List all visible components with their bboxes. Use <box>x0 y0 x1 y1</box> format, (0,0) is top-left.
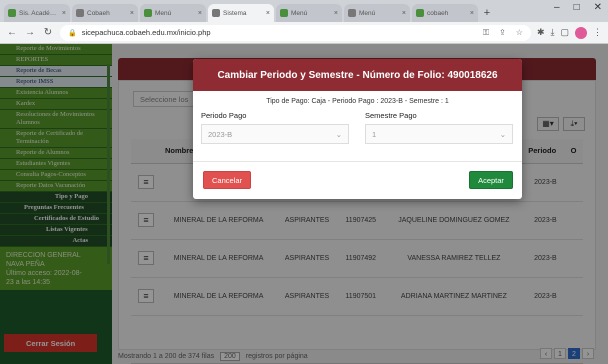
tab-close-icon[interactable]: × <box>266 10 270 17</box>
periodo-select[interactable]: 2023-B ⌄ <box>201 124 349 144</box>
browser-tab[interactable]: Sis. Académico× <box>4 4 70 22</box>
semestre-value: 1 <box>372 129 377 139</box>
url-field[interactable]: 🔒 sicepachuca.cobaeh.edu.mx/inicio.php ⚿… <box>60 24 531 41</box>
tab-favicon-icon <box>212 9 220 17</box>
tab-title: Menú <box>155 9 172 17</box>
bookmark-star-icon[interactable]: ☆ <box>516 28 523 37</box>
tab-favicon-icon <box>76 9 84 17</box>
back-icon[interactable]: ← <box>6 27 18 38</box>
tab-title: Menú <box>359 9 376 17</box>
tab-favicon-icon <box>280 9 288 17</box>
maximize-icon[interactable]: □ <box>574 2 580 13</box>
tab-favicon-icon <box>416 9 424 17</box>
forward-icon[interactable]: → <box>24 27 36 38</box>
semestre-select[interactable]: 1 ⌄ <box>365 124 513 144</box>
browser-tab[interactable]: cobaeh × <box>412 4 478 22</box>
modal-form: Periodo Pago 2023-B ⌄ Semestre Pago 1 ⌄ <box>193 111 522 144</box>
browser-tab[interactable]: Menú × <box>140 4 206 22</box>
change-period-modal: Cambiar Periodo y Semestre - Número de F… <box>193 59 522 199</box>
extensions-icon[interactable]: ✱ <box>537 27 545 38</box>
cancel-button[interactable]: Cancelar <box>203 171 251 189</box>
close-window-icon[interactable]: ✕ <box>594 2 602 13</box>
tab-close-icon[interactable]: × <box>62 10 66 17</box>
profile-avatar[interactable] <box>575 26 587 39</box>
chevron-down-icon: ⌄ <box>335 129 342 139</box>
tab-close-icon[interactable]: × <box>470 10 474 17</box>
periodo-group: Periodo Pago 2023-B ⌄ <box>201 111 349 144</box>
tab-title: Menú <box>291 9 308 17</box>
download-icon[interactable]: ⤓ <box>551 27 555 38</box>
semestre-label: Semestre Pago <box>365 111 417 120</box>
chevron-down-icon: ⌄ <box>499 129 506 139</box>
modal-divider <box>193 161 522 162</box>
browser-tab[interactable]: Menú × <box>344 4 410 22</box>
sidepanel-icon[interactable]: ▢ <box>560 27 569 38</box>
tab-favicon-icon <box>144 9 152 17</box>
tab-title: Sis. Académico <box>19 9 59 17</box>
periodo-value: 2023-B <box>208 129 233 139</box>
tab-favicon-icon <box>348 9 356 17</box>
browser-tab[interactable]: Sistema × <box>208 4 274 22</box>
periodo-label: Periodo Pago <box>201 111 247 120</box>
tab-close-icon[interactable]: × <box>402 10 406 17</box>
lock-icon: 🔒 <box>68 29 77 37</box>
semestre-group: Semestre Pago 1 ⌄ <box>365 111 513 144</box>
tab-close-icon[interactable]: × <box>130 10 134 17</box>
browser-tab[interactable]: Menú × <box>276 4 342 22</box>
url-text: sicepachuca.cobaeh.edu.mx/inicio.php <box>81 28 211 37</box>
accept-button[interactable]: Aceptar <box>469 171 513 189</box>
tab-favicon-icon <box>8 9 16 17</box>
payment-info: Tipo de Pago: Caja - Periodo Pago : 2023… <box>266 98 449 105</box>
tab-close-icon[interactable]: × <box>334 10 338 17</box>
key-icon[interactable]: ⚿ <box>483 28 489 38</box>
new-tab-button[interactable]: + <box>480 4 494 22</box>
tab-title: Cobaeh <box>87 9 110 17</box>
tab-close-icon[interactable]: × <box>198 10 202 17</box>
modal-title: Cambiar Periodo y Semestre - Número de F… <box>193 59 522 91</box>
window-controls: – □ ✕ <box>554 2 602 13</box>
tab-title: cobaeh <box>427 9 449 17</box>
minimize-icon[interactable]: – <box>554 2 560 13</box>
share-icon[interactable]: ⇪ <box>499 28 506 37</box>
reload-icon[interactable]: ↻ <box>42 27 54 38</box>
browser-menu-icon[interactable]: ⋮ <box>593 27 602 38</box>
browser-tab-bar: Sis. Académico×Cobaeh×Menú×Sistema×Menú×… <box>0 0 608 22</box>
tab-title: Sistema <box>223 9 247 17</box>
address-bar: ← → ↻ 🔒 sicepachuca.cobaeh.edu.mx/inicio… <box>0 22 608 44</box>
browser-tab[interactable]: Cobaeh × <box>72 4 138 22</box>
